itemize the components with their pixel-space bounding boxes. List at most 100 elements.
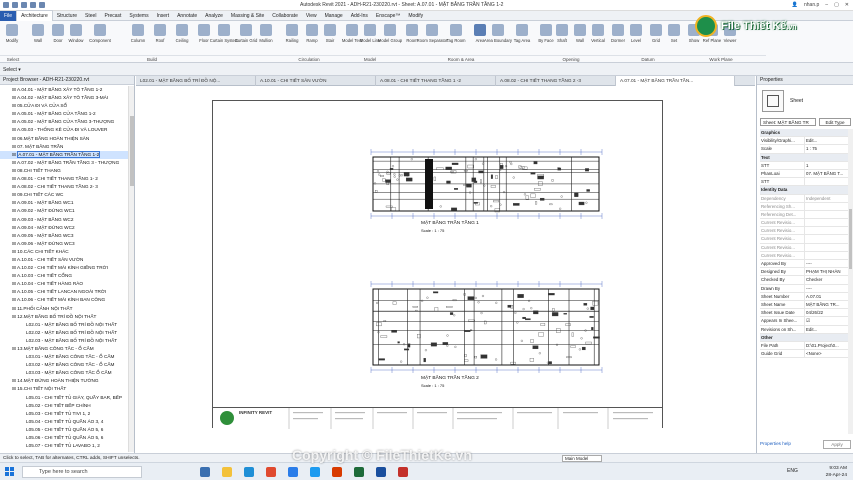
instance-selector[interactable]: Sheet: MẶT BẰNG TR	[760, 118, 816, 126]
ribbon-button-13[interactable]: Ramp	[302, 24, 322, 54]
ribbon-button-6[interactable]: Roof	[150, 24, 170, 54]
scrollbar-thumb[interactable]	[130, 116, 134, 186]
ribbon-button-12[interactable]: Railing	[282, 24, 302, 54]
property-row[interactable]: Current Revisio...	[760, 227, 848, 236]
apply-button[interactable]: Apply	[823, 440, 851, 449]
menu-tab-add-ins[interactable]: Add-Ins	[347, 11, 372, 21]
property-row[interactable]: Revisions on Sh... Edit...	[760, 325, 848, 334]
browser-group[interactable]: ⊟ A.10.04 - CHI TIẾT HÀNG RÀO	[0, 280, 128, 288]
property-value[interactable]	[804, 219, 848, 227]
browser-group[interactable]: ⊟ 05.CỬA ĐI VÀ CỬA SỔ	[0, 102, 128, 110]
property-value[interactable]: PHẠM THỊ NHÀN	[804, 268, 848, 276]
browser-sheet-item[interactable]: L02.01 - MẶT BẰNG BỐ TRÍ ĐỒ NỘI THẤT	[0, 321, 128, 329]
redo-icon[interactable]	[39, 2, 45, 8]
open-icon[interactable]	[12, 2, 18, 8]
browser-group[interactable]: ⊟ A.09.04 - MẶT ĐỨNG WC2	[0, 224, 128, 232]
menu-tab-systems[interactable]: Systems	[125, 11, 152, 21]
browser-group[interactable]: ⊟ A.09.05 - MẶT BẰNG WC3	[0, 232, 128, 240]
ribbon-button-5[interactable]: Column	[128, 24, 148, 54]
minimize-icon[interactable]: –	[825, 2, 828, 8]
ribbon-button-23[interactable]: Tag Area	[512, 24, 532, 54]
select-dropdown[interactable]: Select ▾	[3, 67, 21, 73]
menu-tab-manage[interactable]: Manage	[321, 11, 347, 21]
ribbon-button-26[interactable]: Wall	[570, 24, 590, 54]
ribbon-button-29[interactable]: Level	[626, 24, 646, 54]
browser-sheet-item[interactable]: L03.03 - MẶT BẰNG CÔNG TẮC Ổ CẮM	[0, 369, 128, 377]
property-row[interactable]: Dependency Independent	[760, 194, 848, 203]
view-tab[interactable]: L02.01 - MẶT BẰNG BỐ TRÍ ĐỒ NỘ...	[136, 76, 256, 86]
properties-help-link[interactable]: Properties help	[760, 441, 791, 446]
revit-logo-icon[interactable]	[3, 2, 9, 8]
property-row[interactable]: Guide Grid <None>	[760, 350, 848, 359]
ribbon-button-7[interactable]: Ceiling	[172, 24, 192, 54]
quick-access-toolbar[interactable]	[3, 2, 45, 8]
browser-sheet-item[interactable]: L05.07 - CHI TIẾT TỦ LAVABO 1, 2	[0, 442, 128, 450]
browser-group[interactable]: ⊟ 12.MẶT BẰNG BỐ TRÍ ĐỒ NỘI THẤT	[0, 313, 128, 321]
property-row[interactable]: Referencing Det...	[760, 210, 848, 220]
browser-sheet-item[interactable]: L03.02 - MẶT BẰNG CÔNG TẮC - Ổ CẮM	[0, 361, 128, 369]
ribbon-button-14[interactable]: Stair	[320, 24, 340, 54]
menu-tab-view[interactable]: View	[302, 11, 321, 21]
browser-group[interactable]: ⊟ 06.MẶT BẰNG HOÀN THIỆN SÀN	[0, 135, 128, 143]
property-value[interactable]: ☑	[804, 317, 848, 325]
ribbon-button-20[interactable]: Tag Room	[446, 24, 466, 54]
browser-group[interactable]: ⊟ A.05.03 - THỐNG KÊ CỬA ĐI VÀ LOUVER	[0, 126, 128, 134]
property-value[interactable]: 1	[804, 161, 848, 169]
property-row[interactable]: Text	[760, 153, 848, 162]
scrollbar-thumb[interactable]	[849, 209, 852, 269]
view-tab[interactable]: A.07.01 - MẶT BẰNG TRẦN TẦN...	[616, 76, 735, 86]
browser-group[interactable]: ⊟ 09.CHI TIẾT CÁC WC	[0, 191, 128, 199]
browser-group[interactable]: ⊟ 15.CHI TIẾT NỘI THẤT	[0, 385, 128, 393]
property-row[interactable]: Drawn By ----	[760, 284, 848, 293]
project-browser-scrollbar[interactable]	[128, 86, 134, 452]
view-tab[interactable]: A.08.01 - CHI TIẾT THANG TẦNG 1 -2	[376, 76, 496, 86]
browser-sheet-item[interactable]: L05.02 - CHI TIẾT BẾP CHÍNH	[0, 402, 128, 410]
property-row[interactable]: File Path D:\01.Project\0...	[760, 341, 848, 351]
property-value[interactable]: Edit...	[804, 325, 848, 333]
menu-tab-architecture[interactable]: Architecture	[16, 10, 53, 21]
language-indicator[interactable]: ENG	[787, 468, 798, 474]
windows-start-icon[interactable]	[5, 467, 14, 476]
property-value[interactable]: 07. MẶT BẰNG T...	[804, 169, 848, 178]
browser-group[interactable]: ⊟ A.04.01 - MẶT BẰNG XÂY TÔ TẦNG 1-2	[0, 86, 128, 94]
property-value[interactable]: ----	[804, 284, 848, 292]
menu-tab-steel[interactable]: Steel	[81, 11, 100, 21]
browser-group[interactable]: ⊟ A.04.02 - MẶT BẰNG XÂY TÔ TẦNG 3-MÁI	[0, 94, 128, 102]
browser-group[interactable]: ⊟ A.09.03 - MẶT BẰNG WC2	[0, 216, 128, 224]
browser-group[interactable]: ⊟ A.09.06 - MẶT ĐỨNG WC3	[0, 240, 128, 248]
property-value[interactable]: Checker	[804, 276, 848, 284]
edge-icon[interactable]	[244, 467, 254, 477]
menu-tab-structure[interactable]: Structure	[53, 11, 81, 21]
ribbon-button-30[interactable]: Grid	[646, 24, 666, 54]
property-value[interactable]: D:\01.Project\0...	[804, 341, 848, 350]
ceiling-plan-level-2[interactable]	[361, 281, 611, 373]
ribbon-button-3[interactable]: Window	[66, 24, 86, 54]
property-row[interactable]: Current Revisio...	[760, 219, 848, 228]
property-value[interactable]: Independent	[804, 194, 848, 202]
ribbon-button-19[interactable]: Room Separator	[417, 24, 447, 54]
browser-sheet-item[interactable]: L05.05 - CHI TIẾT TỦ QUẦN ÁO 5, 6	[0, 426, 128, 434]
property-row[interactable]: Scale 1 : 75	[760, 145, 848, 154]
ribbon-button-25[interactable]: Shaft	[552, 24, 572, 54]
browser-group[interactable]: ⊟ A.10.05 - CHI TIẾT LANCAN NGOÀI TRỜI	[0, 288, 128, 296]
taskbar-search-input[interactable]: Type here to search	[22, 466, 142, 478]
office-icon[interactable]	[332, 467, 342, 477]
user-name[interactable]: nhan.p	[804, 2, 819, 8]
browser-sheet-item[interactable]: L05.04 - CHI TIẾT TỦ QUẦN ÁO 3, 4	[0, 418, 128, 426]
ribbon-panel-label[interactable]: Select	[0, 55, 26, 62]
view-tab[interactable]: A.08.02 - CHI TIẾT THANG TẦNG 2 -3	[496, 76, 616, 86]
menu-tab-analyze[interactable]: Analyze	[201, 11, 227, 21]
browser-group[interactable]: ⊟ A.07.02 - MẶT BẰNG TRẦN TẦNG 3 - THƯỢN…	[0, 159, 128, 167]
browser-group[interactable]: ⊟ A.10.02 - CHI TIẾT MÁI KÍNH GIẾNG TRỜI	[0, 264, 128, 272]
property-value[interactable]: Edit...	[804, 137, 848, 145]
ribbon-panel-label[interactable]: Model	[340, 55, 400, 62]
menu-tab-file[interactable]: File	[0, 10, 17, 21]
ribbon-button-1[interactable]: Wall	[28, 24, 48, 54]
ribbon-panel-label[interactable]: Opening	[522, 55, 620, 62]
maximize-icon[interactable]: ▢	[834, 2, 839, 8]
ribbon-button-0[interactable]: Modify	[2, 24, 22, 54]
property-row[interactable]: STT 1	[760, 161, 848, 170]
browser-group[interactable]: ⊟ 08.CHI TIẾT THANG	[0, 167, 128, 175]
ribbon-button-17[interactable]: Model Group	[378, 24, 402, 54]
clock[interactable]: 9:03 AM 28-Apr-24	[826, 465, 847, 479]
